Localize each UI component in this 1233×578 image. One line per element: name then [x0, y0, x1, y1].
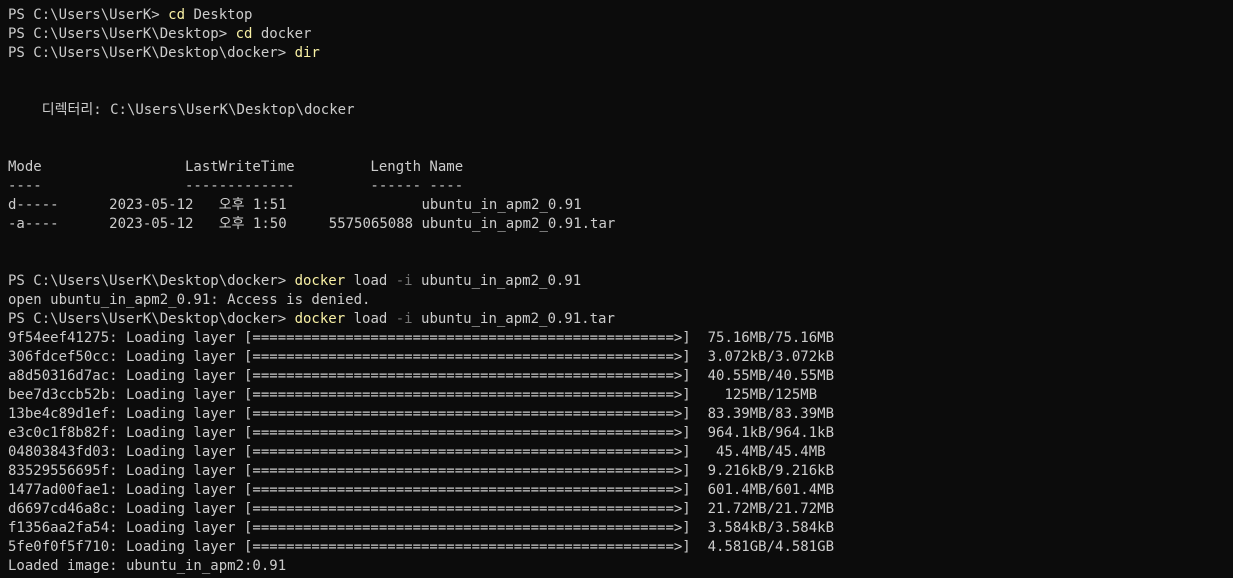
- terminal-line: PS C:\Users\UserK> cd Desktop: [8, 6, 1233, 25]
- output-text: 04803843fd03: Loading layer [===========…: [8, 444, 826, 460]
- output-text: PS C:\Users\UserK\Desktop>: [8, 26, 236, 42]
- output-text: Loaded image: ubuntu_in_apm2:0.91: [8, 558, 287, 574]
- terminal-line: d6697cd46a8c: Loading layer [===========…: [8, 500, 1233, 519]
- output-text: Mode LastWriteTime Length Name: [8, 159, 464, 175]
- output-text: e3c0c1f8b82f: Loading layer [===========…: [8, 425, 835, 441]
- output-text: 9f54eef41275: Loading layer [===========…: [8, 330, 835, 346]
- output-text: d6697cd46a8c: Loading layer [===========…: [8, 501, 835, 517]
- terminal-line: PS C:\Users\UserK\Desktop\docker> dir: [8, 44, 1233, 63]
- output-text: load: [345, 273, 396, 289]
- output-text: Desktop: [185, 7, 253, 23]
- parameter-token: -i: [395, 273, 413, 289]
- output-text: bee7d3ccb52b: Loading layer [===========…: [8, 387, 818, 403]
- terminal-line: 9f54eef41275: Loading layer [===========…: [8, 329, 1233, 348]
- terminal-line: open ubuntu_in_apm2_0.91: Access is deni…: [8, 291, 1233, 310]
- output-text: a8d50316d7ac: Loading layer [===========…: [8, 368, 835, 384]
- terminal-line: d----- 2023-05-12 오후 1:51 ubuntu_in_apm2…: [8, 196, 1233, 215]
- terminal-output[interactable]: PS C:\Users\UserK> cd Desktop PS C:\Users…: [0, 0, 1233, 578]
- command-token: docker: [294, 273, 346, 289]
- output-text: 디렉터리: C:\Users\UserK\Desktop\docker: [8, 102, 355, 118]
- output-text: ubuntu_in_apm2_0.91.tar: [412, 311, 615, 327]
- terminal-line: Mode LastWriteTime Length Name: [8, 158, 1233, 177]
- output-text: ubuntu_in_apm2_0.91: [412, 273, 582, 289]
- output-text: PS C:\Users\UserK>: [8, 7, 169, 23]
- terminal-line: 1477ad00fae1: Loading layer [===========…: [8, 481, 1233, 500]
- terminal-line: 디렉터리: C:\Users\UserK\Desktop\docker: [8, 101, 1233, 120]
- command-token: cd: [235, 26, 253, 42]
- terminal-line: -a---- 2023-05-12 오후 1:50 5575065088 ubu…: [8, 215, 1233, 234]
- terminal-line: PS C:\Users\UserK\Desktop\docker> docker…: [8, 272, 1233, 291]
- output-text: 13be4c89d1ef: Loading layer [===========…: [8, 406, 835, 422]
- terminal-line: 83529556695f: Loading layer [===========…: [8, 462, 1233, 481]
- terminal-line: 306fdcef50cc: Loading layer [===========…: [8, 348, 1233, 367]
- command-token: cd: [168, 7, 186, 23]
- parameter-token: -i: [395, 311, 413, 327]
- terminal-line: 04803843fd03: Loading layer [===========…: [8, 443, 1233, 462]
- output-text: PS C:\Users\UserK\Desktop\docker>: [8, 273, 295, 289]
- output-text: 83529556695f: Loading layer [===========…: [8, 463, 835, 479]
- terminal-line: f1356aa2fa54: Loading layer [===========…: [8, 519, 1233, 538]
- output-text: open ubuntu_in_apm2_0.91: Access is deni…: [8, 292, 371, 308]
- output-text: docker: [252, 26, 312, 42]
- output-text: 1477ad00fae1: Loading layer [===========…: [8, 482, 835, 498]
- terminal-line: PS C:\Users\UserK\Desktop> cd docker: [8, 25, 1233, 44]
- terminal-line: Loaded image: ubuntu_in_apm2:0.91: [8, 557, 1233, 576]
- output-text: -a---- 2023-05-12 오후 1:50 5575065088 ubu…: [8, 216, 616, 232]
- terminal-line: e3c0c1f8b82f: Loading layer [===========…: [8, 424, 1233, 443]
- output-text: f1356aa2fa54: Loading layer [===========…: [8, 520, 835, 536]
- terminal-line: a8d50316d7ac: Loading layer [===========…: [8, 367, 1233, 386]
- terminal-line: PS C:\Users\UserK\Desktop\docker> docker…: [8, 310, 1233, 329]
- output-text: 5fe0f0f5f710: Loading layer [===========…: [8, 539, 835, 555]
- terminal-line: ---- ------------- ------ ----: [8, 177, 1233, 196]
- output-text: load: [345, 311, 396, 327]
- output-text: 306fdcef50cc: Loading layer [===========…: [8, 349, 835, 365]
- command-token: dir: [294, 45, 320, 61]
- output-text: ---- ------------- ------ ----: [8, 178, 464, 194]
- output-text: PS C:\Users\UserK\Desktop\docker>: [8, 45, 295, 61]
- terminal-line: 13be4c89d1ef: Loading layer [===========…: [8, 405, 1233, 424]
- terminal-line: 5fe0f0f5f710: Loading layer [===========…: [8, 538, 1233, 557]
- command-token: docker: [294, 311, 346, 327]
- terminal-line: bee7d3ccb52b: Loading layer [===========…: [8, 386, 1233, 405]
- output-text: PS C:\Users\UserK\Desktop\docker>: [8, 311, 295, 327]
- output-text: d----- 2023-05-12 오후 1:51 ubuntu_in_apm2…: [8, 197, 582, 213]
